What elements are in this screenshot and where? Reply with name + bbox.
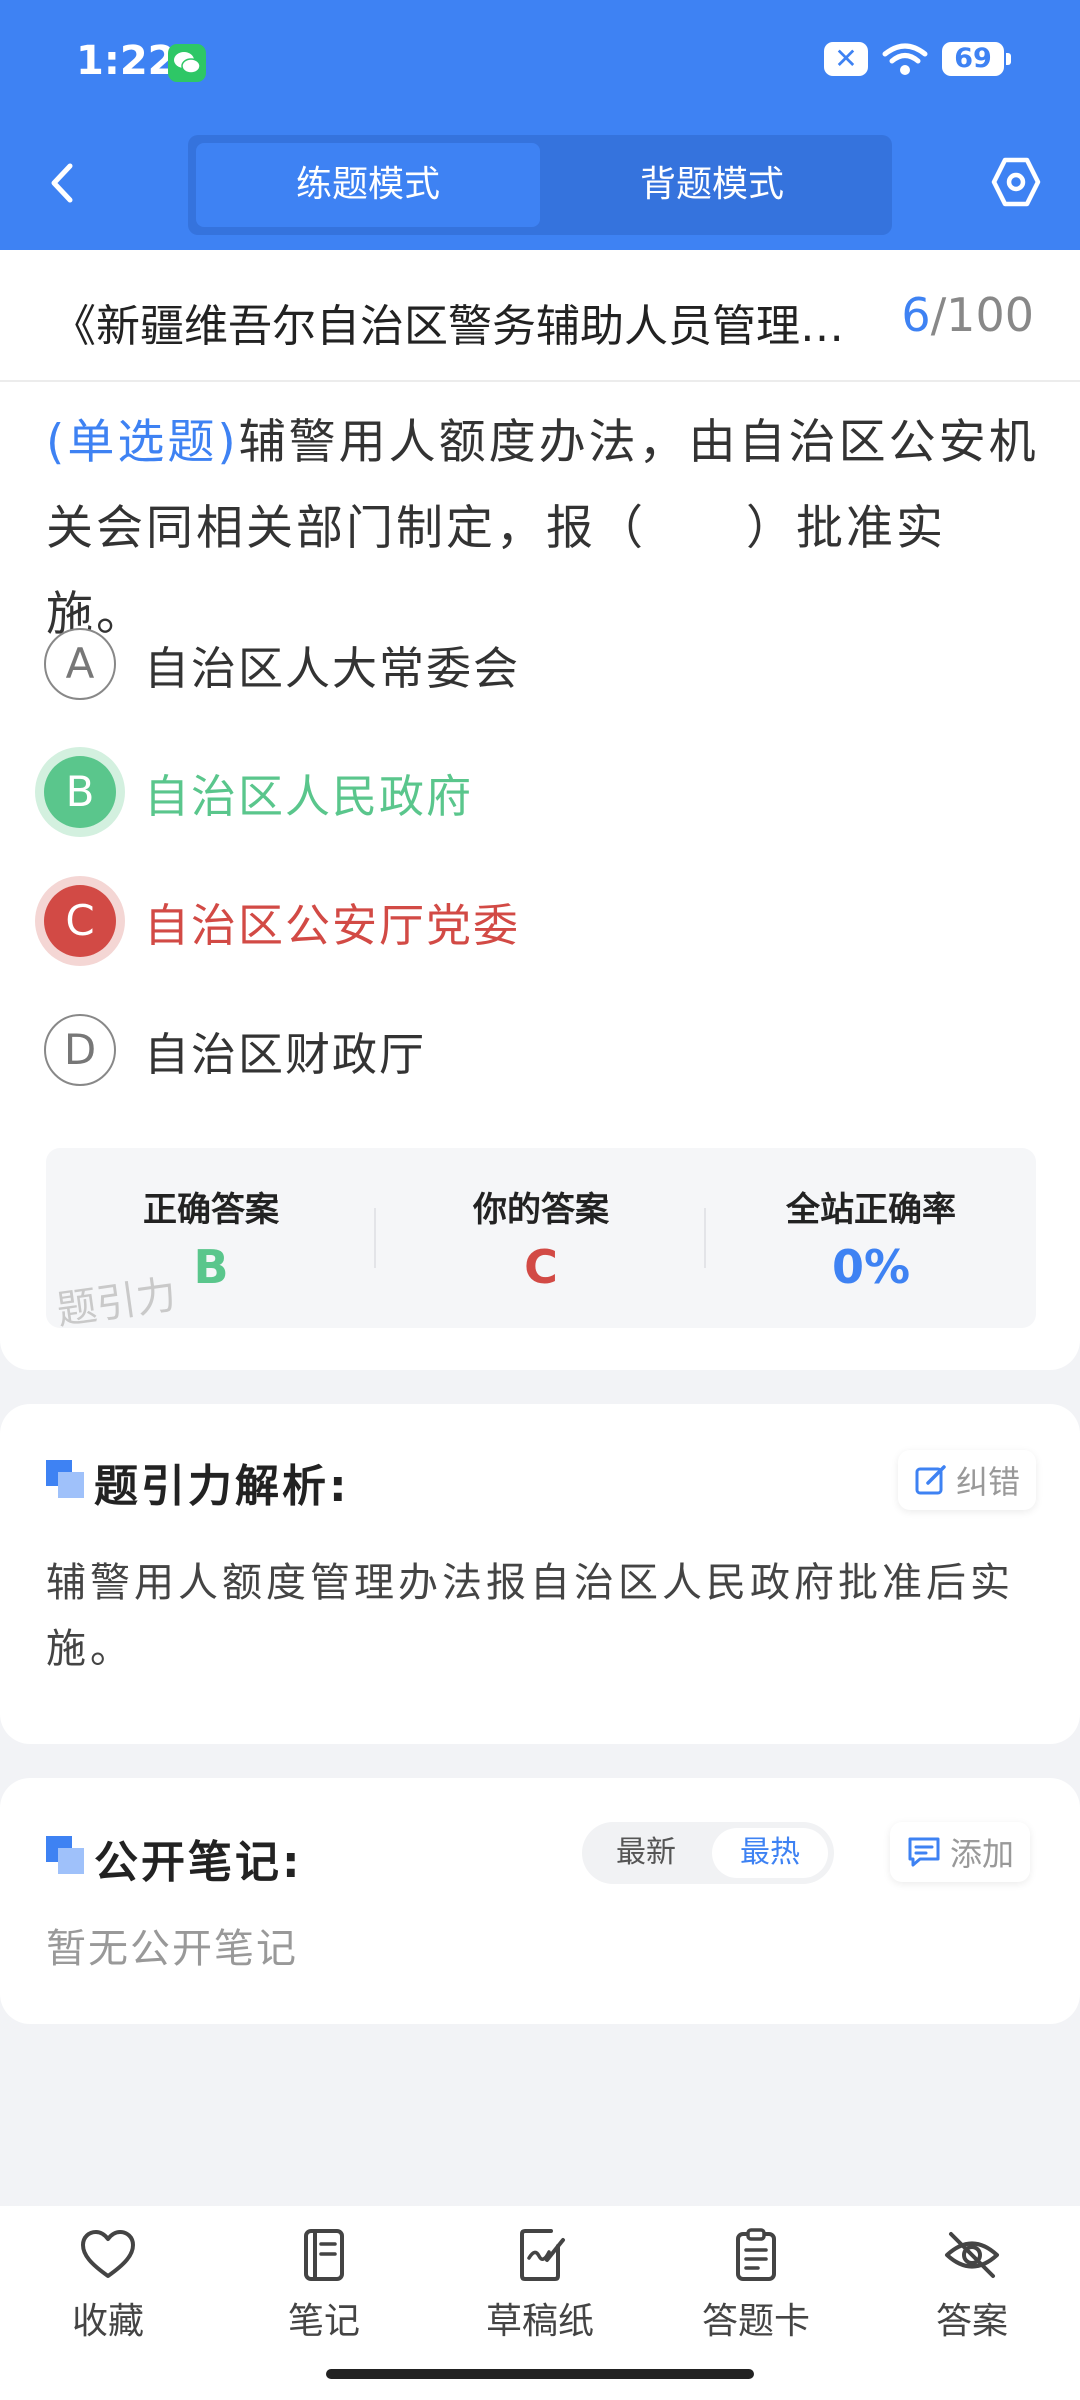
option-letter: C [44,885,116,957]
add-note-button[interactable]: 添加 [890,1822,1031,1882]
option-text: 自治区公安厅党委 [144,898,521,952]
option-b[interactable]: B 自治区人民政府 [44,754,473,830]
correct-answer-label: 正确答案 [143,1190,279,1230]
notes-card: 公开笔记: 最新 最热 添加 暂无公开笔记 [0,1778,1080,2024]
nav-label: 答题卡 [701,2301,810,2342]
your-answer-label: 你的答案 [473,1190,609,1230]
analysis-title: 题引力解析: [94,1461,350,1512]
home-indicator[interactable] [326,2369,754,2379]
heart-icon [81,2230,135,2278]
status-time: 1:22 [76,38,176,84]
divider [0,380,1080,382]
option-letter: A [44,628,116,700]
question-card: 《新疆维吾尔自治区警务辅助人员管理办法》 6/100 (单选题)辅警用人额度办法… [0,250,1080,1370]
settings-icon[interactable] [988,154,1044,210]
accuracy-value: 0% [831,1240,911,1294]
nav-answer-sheet[interactable]: 答题卡 [648,2228,864,2344]
analysis-text: 辅警用人额度管理办法报自治区人民政府批准后实施。 [46,1560,1014,1672]
option-letter: B [44,756,116,828]
comment-icon [908,1837,940,1867]
no-sim-icon: ✕ [824,42,868,76]
nav-label: 草稿纸 [485,2301,594,2342]
nav-draft-paper[interactable]: 草稿纸 [432,2228,648,2344]
option-d[interactable]: D 自治区财政厅 [44,1012,426,1088]
back-arrow-icon[interactable] [40,158,90,208]
eye-off-icon [945,2232,999,2278]
sort-hottest[interactable]: 最热 [712,1828,828,1878]
answer-sheet-icon [736,2228,776,2281]
option-c[interactable]: C 自治区公安厅党委 [44,883,520,959]
top-header: 1:22 ✕ 69 练题模式 背题模式 [0,0,1080,250]
nav-label: 答案 [935,2301,1008,2342]
draft-paper-icon [520,2229,565,2281]
empty-notes-text: 暂无公开笔记 [46,1926,298,1972]
option-a[interactable]: A 自治区人大常委会 [44,626,520,702]
nav-label: 笔记 [287,2301,360,2342]
wechat-notification-icon [168,44,206,82]
tab-memorize-mode[interactable]: 背题模式 [540,143,884,227]
exam-title: 《新疆维吾尔自治区警务辅助人员管理办法》 [52,301,872,352]
sort-newest[interactable]: 最新 [588,1828,704,1878]
your-answer-value: C [524,1240,558,1294]
accuracy-column: 全站正确率 0% [706,1148,1036,1328]
wifi-icon [882,43,928,75]
progress-total: /100 [930,288,1034,342]
nav-label: 收藏 [71,2301,144,2342]
mode-switch: 练题模式 背题模式 [188,135,892,235]
nav-answer-toggle[interactable]: 答案 [864,2228,1080,2344]
notebook-icon [304,2229,344,2281]
nav-notes[interactable]: 笔记 [216,2228,432,2344]
battery-icon: 69 [942,42,1011,76]
progress-current: 6 [901,288,931,342]
edit-icon [915,1465,946,1495]
analysis-card: 题引力解析: 纠错 辅警用人额度管理办法报自治区人民政府批准后实施。 [0,1404,1080,1744]
section-squares-icon [46,1836,84,1874]
tab-practice-mode[interactable]: 练题模式 [196,143,540,227]
report-error-label: 纠错 [956,1463,1021,1501]
option-text: 自治区财政厅 [144,1027,427,1081]
report-error-button[interactable]: 纠错 [898,1450,1037,1510]
nav-favorite[interactable]: 收藏 [0,2228,216,2344]
notes-sort-toggle: 最新 最热 [582,1822,834,1884]
notes-title: 公开笔记: [94,1837,303,1888]
accuracy-label: 全站正确率 [786,1190,956,1230]
section-squares-icon [46,1460,84,1498]
option-text: 自治区人大常委会 [144,641,521,695]
add-note-label: 添加 [950,1835,1015,1873]
question-stem: (单选题)辅警用人额度办法，由自治区公安机关会同相关部门制定，报（ ）批准实施。 [46,400,1040,658]
option-letter: D [44,1014,116,1086]
answer-summary: 正确答案 B 你的答案 C 全站正确率 0% 题引力 [46,1148,1036,1334]
question-type: (单选题) [46,415,239,470]
system-status-icons: ✕ 69 [824,42,1011,76]
your-answer-column: 你的答案 C [376,1148,706,1328]
question-progress[interactable]: 6/100 [901,288,1034,342]
option-text: 自治区人民政府 [144,769,474,823]
